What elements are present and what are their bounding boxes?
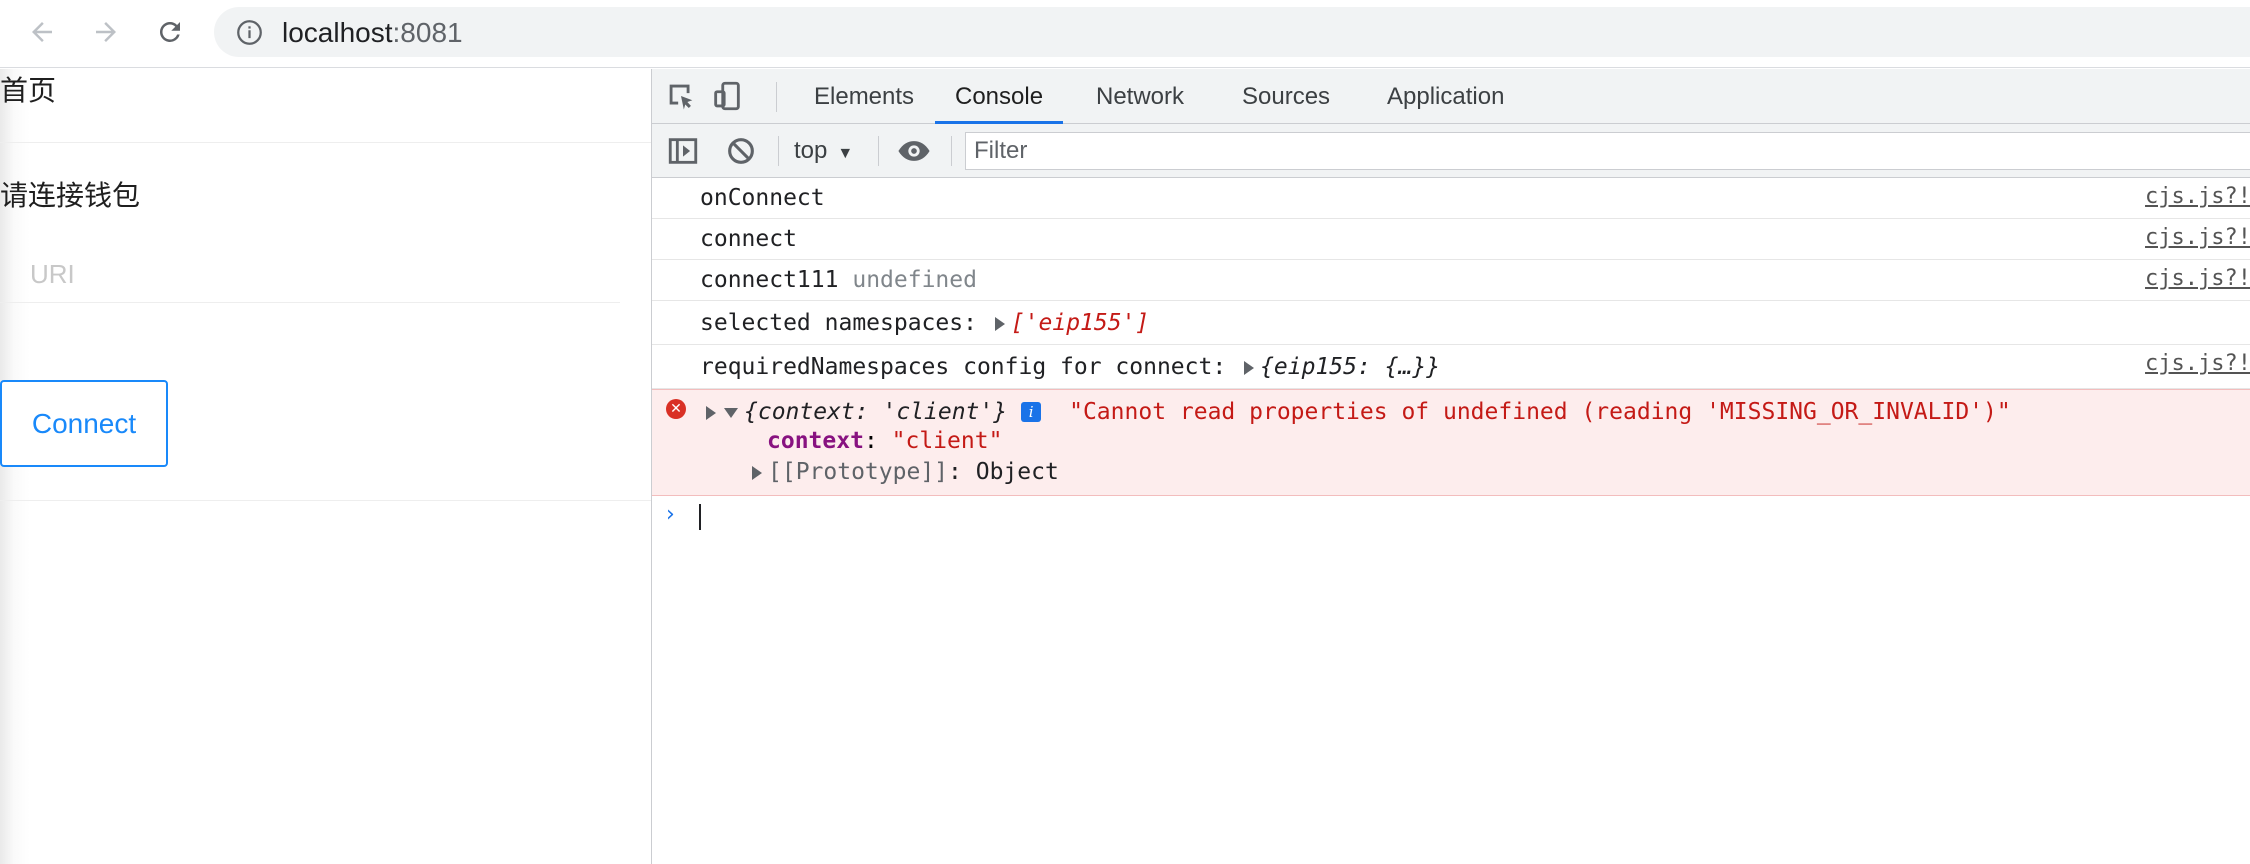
array-value[interactable]: ['eip155'] xyxy=(1011,310,1149,336)
forward-arrow-icon xyxy=(96,22,116,42)
url-text[interactable]: localhost:8081 xyxy=(282,19,463,47)
uri-input[interactable] xyxy=(0,247,620,303)
expand-triangle-icon[interactable] xyxy=(1244,360,1255,375)
toolbar-separator xyxy=(878,136,879,166)
toolbar-separator xyxy=(776,82,777,112)
console-output: onConnect cjs.js?! connect cjs.js?! conn… xyxy=(652,178,2250,538)
console-toolbar: top ▼ xyxy=(652,124,2250,178)
console-message: connect cjs.js?! xyxy=(652,219,2250,260)
clear-console-icon[interactable] xyxy=(724,134,758,168)
error-property: context: "client" xyxy=(767,428,1003,454)
error-prototype[interactable]: [[Prototype]]: Object xyxy=(748,459,1059,485)
tab-network[interactable]: Network xyxy=(1076,69,1204,124)
caret-down-icon: ▼ xyxy=(837,145,854,162)
page-title: 首页 xyxy=(0,75,57,106)
error-line: {context: 'client'} i "Cannot read propert… xyxy=(702,399,2011,425)
console-prompt[interactable]: › xyxy=(652,496,2250,538)
message-label: connect111 xyxy=(700,267,839,293)
error-message-text: "Cannot read properties of undefined (re… xyxy=(1069,399,2011,425)
forward-button[interactable] xyxy=(84,10,128,54)
source-link[interactable]: cjs.js?! xyxy=(2145,225,2250,250)
url-port: :8081 xyxy=(392,17,463,48)
message-text: connect xyxy=(700,226,797,252)
message-label: requiredNamespaces config for connect: xyxy=(700,354,1227,380)
prompt-chevron-icon: › xyxy=(666,502,675,527)
live-expression-eye-icon[interactable] xyxy=(897,134,931,168)
connect-button[interactable]: Connect xyxy=(0,380,168,467)
console-error-message: ✕ {context: 'client'} i "Cannot read prope… xyxy=(652,389,2250,496)
divider xyxy=(0,142,651,143)
context-selector[interactable]: top ▼ xyxy=(794,134,853,171)
url-host: localhost xyxy=(282,17,393,48)
expand-triangle-icon[interactable] xyxy=(706,405,716,420)
message-text: connect111 undefined xyxy=(700,267,977,293)
message-text: selected namespaces: ['eip155'] xyxy=(700,310,1149,336)
message-text: requiredNamespaces config for connect: {… xyxy=(700,354,1440,380)
divider xyxy=(0,500,651,501)
address-bar[interactable]: localhost:8081 xyxy=(214,7,2250,57)
property-key: context xyxy=(767,428,864,454)
console-message: onConnect cjs.js?! xyxy=(652,178,2250,219)
browser-toolbar: localhost:8081 xyxy=(0,0,2250,68)
expand-triangle-icon[interactable] xyxy=(752,465,762,480)
error-object[interactable]: {context: 'client'} xyxy=(744,399,1007,425)
expand-triangle-icon[interactable] xyxy=(994,316,1005,331)
console-message: requiredNamespaces config for connect: {… xyxy=(652,345,2250,389)
console-message: selected namespaces: ['eip155'] xyxy=(652,301,2250,345)
device-toolbar-icon[interactable] xyxy=(710,79,744,113)
tab-sources[interactable]: Sources xyxy=(1222,69,1350,124)
show-sidebar-icon[interactable] xyxy=(666,134,700,168)
section-title: 请连接钱包 xyxy=(0,180,141,211)
page-content: 首页 请连接钱包 Connect xyxy=(0,69,651,864)
filter-input[interactable] xyxy=(965,132,2250,170)
source-link[interactable]: cjs.js?! xyxy=(2145,266,2250,291)
reload-icon xyxy=(159,21,180,42)
property-value: "client" xyxy=(891,428,1003,454)
tab-console[interactable]: Console xyxy=(935,69,1064,124)
tab-application[interactable]: Application xyxy=(1367,69,1524,124)
prototype-key: [[Prototype]] xyxy=(768,459,949,485)
context-label: top xyxy=(794,137,828,164)
source-link[interactable]: cjs.js?! xyxy=(2145,184,2250,209)
devtools-tabbar: Elements Console Network Sources Applica… xyxy=(652,69,2250,124)
source-link[interactable]: cjs.js?! xyxy=(2145,351,2250,376)
console-message: connect111 undefined cjs.js?! xyxy=(652,260,2250,301)
toolbar-separator xyxy=(778,136,779,166)
tab-elements[interactable]: Elements xyxy=(794,69,934,124)
message-label: selected namespaces: xyxy=(700,310,977,336)
back-arrow-icon xyxy=(32,22,52,42)
toolbar-separator xyxy=(951,136,952,166)
site-info-icon[interactable] xyxy=(236,19,263,46)
message-text: onConnect xyxy=(700,185,825,211)
collapse-triangle-icon[interactable] xyxy=(724,407,738,418)
object-value[interactable]: {eip155: {…}} xyxy=(1260,354,1440,380)
text-cursor xyxy=(699,504,701,530)
info-icon[interactable]: i xyxy=(1021,402,1042,422)
prototype-value: Object xyxy=(975,459,1059,485)
back-button[interactable] xyxy=(20,10,64,54)
reload-button[interactable] xyxy=(148,10,192,54)
error-icon: ✕ xyxy=(666,399,686,419)
devtools-panel: Elements Console Network Sources Applica… xyxy=(651,69,2250,864)
undefined-value: undefined xyxy=(852,267,977,293)
inspect-element-icon[interactable] xyxy=(664,79,698,113)
